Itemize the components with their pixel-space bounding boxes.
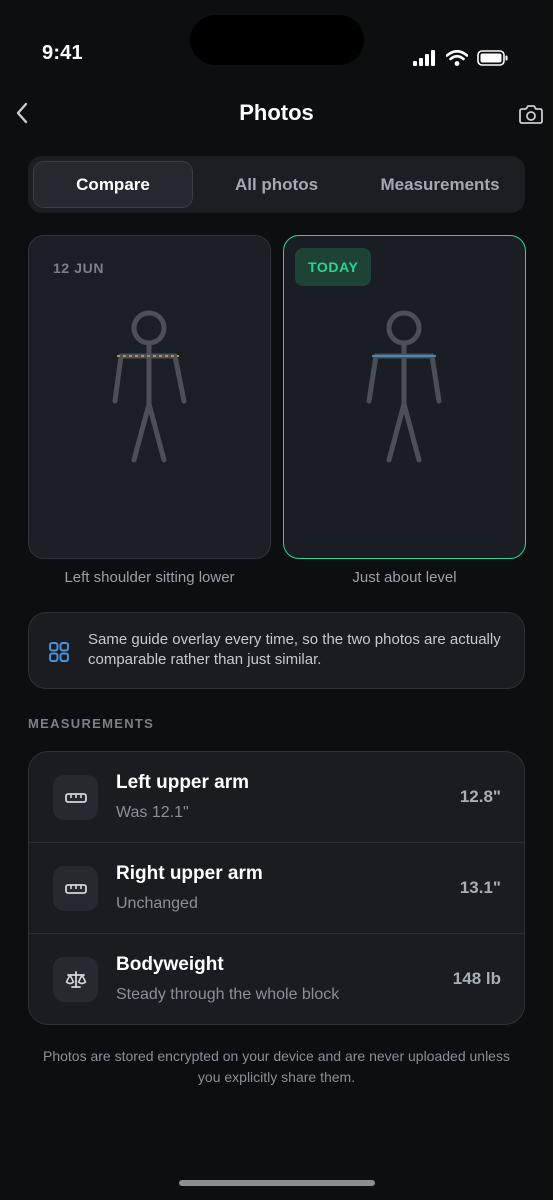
note-text: Same guide overlay every time, so the tw…: [88, 631, 501, 668]
ruler-icon: [53, 775, 98, 820]
tab-all-photos[interactable]: All photos: [196, 161, 357, 208]
dynamic-island: [190, 15, 364, 65]
ruler-icon: [53, 866, 98, 911]
measurement-value: 12.8": [459, 787, 501, 806]
camera-button[interactable]: [519, 103, 543, 125]
nav-bar: Photos: [0, 90, 553, 136]
battery-icon: [477, 50, 508, 66]
home-indicator[interactable]: [179, 1180, 375, 1186]
measurement-subtitle: Was 12.1": [116, 804, 189, 821]
photo-card-before[interactable]: 12 JUN: [28, 235, 271, 559]
guide-overlay-note: Same guide overlay every time, so the tw…: [28, 612, 525, 689]
segmented-tabs: Compare All photos Measurements: [28, 156, 525, 213]
grid-icon: [49, 642, 69, 662]
status-icons: [413, 50, 509, 66]
measurement-title: Left upper arm: [116, 772, 250, 793]
measurement-row-right-upper-arm[interactable]: Right upper arm Unchanged 13.1": [29, 843, 524, 934]
status-time: 9:41: [42, 42, 83, 64]
scale-icon: [53, 957, 98, 1002]
page-title: Photos: [239, 100, 314, 125]
camera-icon: [519, 105, 543, 124]
section-label-measurements: MEASUREMENTS: [28, 716, 155, 731]
cellular-signal-icon: [413, 50, 435, 66]
measurement-row-bodyweight[interactable]: Bodyweight Steady through the whole bloc…: [29, 934, 524, 1024]
wifi-icon: [446, 50, 468, 66]
measurement-value: 13.1": [459, 878, 501, 897]
photo-date: 12 JUN: [53, 260, 105, 276]
tab-measurements[interactable]: Measurements: [360, 161, 520, 208]
measurement-title: Bodyweight: [116, 954, 224, 975]
measurement-value: 148 lb: [452, 969, 501, 988]
pose-guide-figure: [112, 310, 187, 463]
measurements-list: Left upper arm Was 12.1" 12.8" Right upp…: [28, 751, 525, 1025]
photo-caption-today: Just about level: [352, 569, 457, 586]
photo-caption-before: Left shoulder sitting lower: [64, 569, 235, 586]
measurement-subtitle: Unchanged: [116, 895, 198, 912]
status-bar: 9:41: [0, 0, 553, 100]
tab-compare[interactable]: Compare: [33, 161, 193, 208]
privacy-footnote: Photos are stored encrypted on your devi…: [43, 1048, 510, 1085]
measurement-subtitle: Steady through the whole block: [116, 986, 340, 1003]
photo-card-today[interactable]: TODAY: [283, 235, 526, 559]
measurement-title: Right upper arm: [116, 863, 263, 884]
pose-guide-figure: [366, 310, 442, 463]
today-badge: TODAY: [295, 248, 372, 286]
measurement-row-left-upper-arm[interactable]: Left upper arm Was 12.1" 12.8": [29, 752, 524, 843]
